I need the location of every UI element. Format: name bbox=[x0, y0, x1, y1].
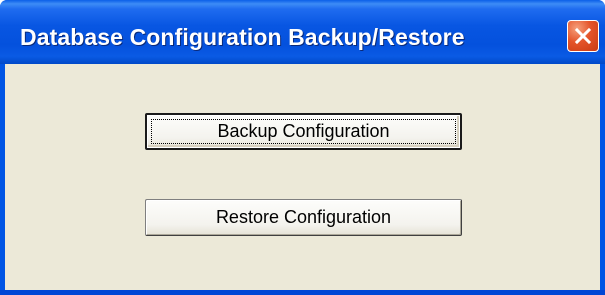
dialog-body bbox=[5, 64, 600, 290]
close-icon bbox=[574, 27, 592, 45]
title-bar[interactable]: Database Configuration Backup/Restore bbox=[0, 0, 605, 64]
dialog-window: Database Configuration Backup/Restore Ba… bbox=[0, 0, 605, 295]
window-title: Database Configuration Backup/Restore bbox=[20, 24, 465, 50]
window-bottom-border bbox=[0, 290, 605, 295]
restore-configuration-button[interactable]: Restore Configuration bbox=[145, 199, 462, 236]
backup-configuration-label: Backup Configuration bbox=[217, 121, 390, 141]
backup-configuration-button[interactable]: Backup Configuration bbox=[145, 113, 462, 150]
restore-configuration-label: Restore Configuration bbox=[215, 207, 392, 227]
close-button[interactable] bbox=[567, 20, 599, 52]
